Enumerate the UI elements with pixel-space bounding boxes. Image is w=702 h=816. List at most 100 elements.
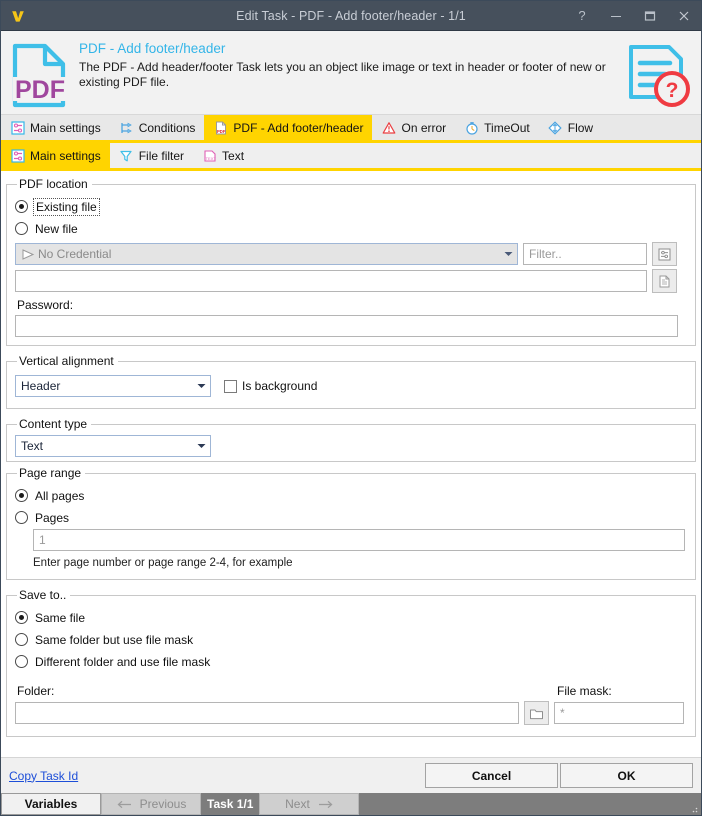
radio-all-pages[interactable]: All pages — [15, 485, 687, 506]
sliders-icon — [10, 148, 25, 163]
subtab-file-filter[interactable]: File filter — [110, 143, 193, 168]
tab-flow[interactable]: Flow — [539, 115, 602, 140]
file-path-input[interactable] — [15, 270, 647, 292]
content-type-select[interactable]: Text — [15, 435, 211, 457]
task-counter: Task 1/1 — [201, 793, 260, 815]
content-type-group: Content type Text — [6, 417, 696, 462]
app-logo-icon — [1, 1, 35, 30]
previous-button[interactable]: Previous — [101, 793, 201, 815]
footer-buttons: Cancel OK — [425, 763, 693, 788]
dialog-footer: Copy Task Id Cancel OK — [1, 757, 701, 793]
close-button[interactable] — [667, 1, 701, 30]
radio-indicator[interactable] — [15, 489, 28, 502]
credential-value: No Credential — [38, 247, 112, 261]
variables-button[interactable]: Variables — [1, 793, 101, 815]
settings-content: PDF location Existing file New file No C… — [1, 171, 701, 757]
previous-label: Previous — [139, 797, 187, 811]
primary-tab-bar: Main settings Conditions PDF PDF - Add f… — [1, 115, 701, 143]
next-button[interactable]: Next — [259, 793, 360, 815]
stopwatch-icon — [464, 120, 479, 135]
tab-conditions[interactable]: Conditions — [110, 115, 205, 140]
tab-pdf-add-footer-header[interactable]: PDF PDF - Add footer/header — [204, 115, 373, 140]
content-type-legend: Content type — [19, 417, 88, 431]
subtab-label: Main settings — [30, 148, 101, 163]
banner-title: PDF - Add footer/header — [79, 41, 226, 56]
vertical-alignment-value: Header — [21, 379, 61, 393]
branch-icon — [119, 120, 134, 135]
radio-indicator[interactable] — [15, 655, 28, 668]
password-input[interactable] — [15, 315, 678, 337]
file-browse-button[interactable] — [652, 269, 677, 293]
subtab-label: Text — [222, 148, 245, 163]
file-mask-input[interactable]: * — [554, 702, 684, 724]
radio-same-file[interactable]: Same file — [15, 607, 687, 628]
minimize-button[interactable] — [599, 1, 633, 30]
tab-main-settings[interactable]: Main settings — [1, 115, 110, 140]
next-label: Next — [285, 797, 310, 811]
radio-pages[interactable]: Pages — [15, 507, 687, 528]
folder-label: Folder: — [17, 684, 55, 698]
svg-text:TEXT: TEXT — [205, 156, 216, 161]
radio-label: Pages — [35, 510, 70, 525]
radio-different-folder-file-mask[interactable]: Different folder and use file mask — [15, 651, 687, 672]
credential-filter-input[interactable]: Filter.. — [523, 243, 647, 265]
chevron-down-icon[interactable] — [500, 251, 517, 257]
banner-text-block: PDF - Add footer/header The PDF - Add he… — [75, 39, 621, 90]
credential-manage-button[interactable] — [652, 242, 677, 266]
subtab-label: File filter — [138, 148, 185, 163]
save-to-legend: Save to.. — [19, 588, 67, 602]
radio-same-folder-file-mask[interactable]: Same folder but use file mask — [15, 629, 687, 650]
credential-select[interactable]: No Credential — [15, 243, 518, 265]
vertical-alignment-select[interactable]: Header — [15, 375, 211, 397]
cancel-button[interactable]: Cancel — [425, 763, 558, 788]
task-banner: PDF PDF - Add footer/header The PDF - Ad… — [1, 31, 701, 115]
folder-input[interactable] — [15, 702, 519, 724]
title-bar: Edit Task - PDF - Add footer/header - 1/… — [1, 1, 701, 31]
radio-indicator[interactable] — [15, 511, 28, 524]
tab-label: TimeOut — [484, 120, 530, 135]
help-button[interactable]: ? — [565, 1, 599, 30]
tab-timeout[interactable]: TimeOut — [455, 115, 539, 140]
secondary-tab-bar: Main settings File filter TEXT Text — [1, 143, 701, 171]
folder-browse-button[interactable] — [524, 701, 549, 725]
tab-on-error[interactable]: On error — [372, 115, 455, 140]
tab-label: PDF - Add footer/header — [233, 120, 364, 135]
arrow-left-icon — [116, 800, 132, 809]
radio-new-file[interactable]: New file — [15, 218, 687, 239]
radio-indicator[interactable] — [15, 611, 28, 624]
pdf-location-group: PDF location Existing file New file No C… — [6, 177, 696, 346]
radio-label: All pages — [35, 488, 85, 503]
subtab-main-settings[interactable]: Main settings — [1, 143, 110, 168]
arrow-right-icon — [318, 800, 334, 809]
page-range-group: Page range All pages Pages 1 Enter page … — [6, 466, 696, 580]
radio-label: Same folder but use file mask — [35, 632, 194, 647]
chevron-down-icon[interactable] — [193, 443, 210, 449]
pages-input[interactable]: 1 — [33, 529, 685, 551]
page-range-legend: Page range — [19, 466, 82, 480]
radio-indicator[interactable] — [15, 633, 28, 646]
pdf-location-legend: PDF location — [19, 177, 88, 191]
document-help-icon[interactable]: ? — [621, 39, 693, 111]
radio-indicator[interactable] — [15, 222, 28, 235]
subtab-text[interactable]: TEXT Text — [193, 143, 253, 168]
copy-task-id-link[interactable]: Copy Task Id — [9, 769, 78, 783]
window-controls: ? — [565, 1, 701, 30]
warning-triangle-icon — [381, 120, 396, 135]
maximize-button[interactable] — [633, 1, 667, 30]
radio-existing-file[interactable]: Existing file — [15, 196, 687, 217]
file-path-row — [15, 269, 687, 293]
radio-label: Existing file — [33, 197, 100, 216]
banner-description: The PDF - Add header/footer Task lets yo… — [79, 60, 606, 89]
resize-grip-icon[interactable] — [688, 793, 701, 815]
is-background-checkbox[interactable] — [224, 379, 237, 393]
tab-label: Conditions — [138, 120, 196, 135]
is-background-label: Is background — [242, 379, 318, 393]
vertical-alignment-row: Header Is background — [15, 375, 687, 397]
svg-text:?: ? — [666, 79, 679, 102]
status-bar: Variables Previous Task 1/1 Next — [1, 793, 701, 815]
vertical-alignment-group: Vertical alignment Header Is background — [6, 354, 696, 409]
radio-indicator[interactable] — [15, 200, 28, 213]
funnel-icon — [119, 148, 134, 163]
ok-button[interactable]: OK — [560, 763, 693, 788]
chevron-down-icon[interactable] — [193, 383, 210, 389]
